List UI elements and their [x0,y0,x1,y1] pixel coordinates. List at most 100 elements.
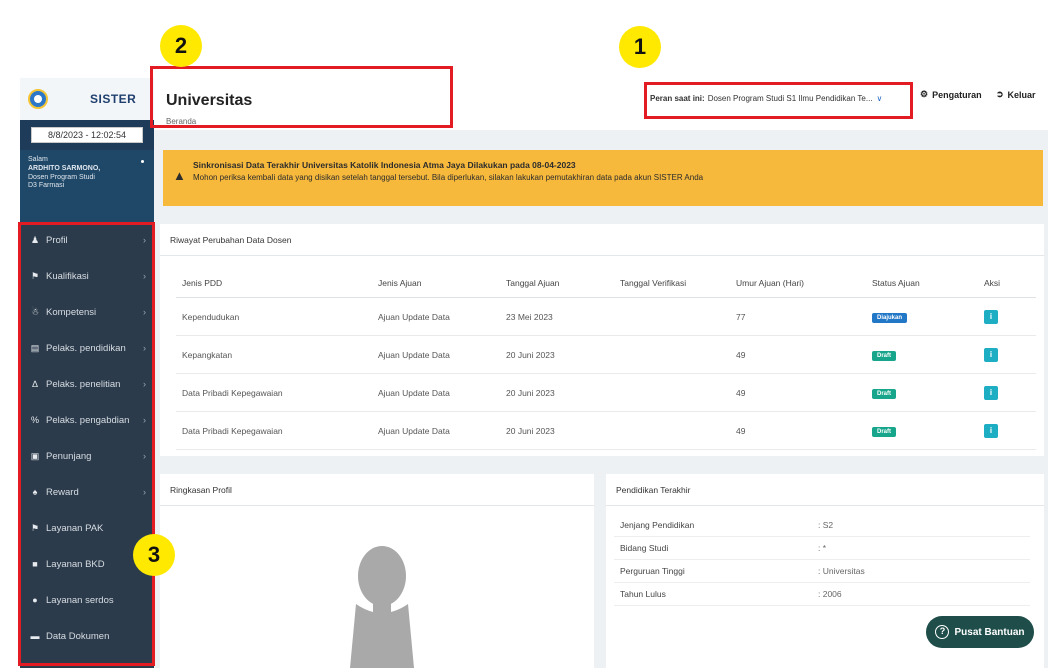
gear-icon: ⚙ [920,89,929,99]
flask-icon: ∆ [32,379,38,389]
sidebar: SISTER 8/8/2023 - 12:02:54 Salam ARDHITO… [20,78,154,668]
sidebar-item-label: Layanan PAK [46,522,104,534]
topbar: Universitas Beranda Peran saat ini: Dose… [154,78,1048,130]
table-header-row: Jenis PDD Jenis Ajuan Tanggal Ajuan Tang… [176,268,1036,298]
table-cell: 49 [736,387,746,398]
sync-alert: ▲ Sinkronisasi Data Terakhir Universitas… [163,150,1043,206]
detail-key: Bidang Studi [620,543,669,553]
sidebar-item-penunjang[interactable]: ▣ Penunjang › [20,438,154,474]
sidebar-item-label: Pelaks. pengabdian [46,414,130,426]
chevron-right-icon: › [143,343,146,353]
table-row: Data Pribadi Kepegawaian Ajuan Update Dat… [176,374,1036,412]
sidebar-item-pelaks-pengabdian[interactable]: % Pelaks. pengabdian › [20,402,154,438]
annotation-marker-1: 1 [619,26,661,68]
users-icon: ☃ [30,306,40,317]
datetime-panel: 8/8/2023 - 12:02:54 [20,120,154,150]
info-icon[interactable]: i [984,309,998,324]
alert-title: Sinkronisasi Data Terakhir Universitas K… [193,160,576,170]
sidebar-brand[interactable]: SISTER [20,78,154,120]
sidebar-item-kompetensi[interactable]: ☃ Kompetensi › [20,294,154,330]
tut-wuri-logo-icon [28,89,48,109]
detail-row: Tahun Lulus: 2006 [614,583,1030,606]
column-header[interactable]: Jenis Ajuan [378,278,421,288]
online-dot-icon [141,160,144,163]
table-cell: 20 Juni 2023 [506,425,555,436]
folder-icon: ▬ [30,631,40,641]
table-cell: 49 [736,425,746,436]
status-cell: Draft [872,349,897,361]
sidebar-item-layanan-serdos[interactable]: ● Layanan serdos [20,582,154,618]
book-icon: ▤ [30,342,40,353]
main-content: ▲ Sinkronisasi Data Terakhir Universitas… [154,130,1048,668]
user-role-line2: D3 Farmasi [28,182,65,190]
logout-button[interactable]: ➲ Keluar [996,89,1036,100]
role-value: Dosen Program Studi S1 Ilmu Pendidikan T… [707,93,873,103]
user-greeting: Salam [28,156,48,163]
column-header[interactable]: Tanggal Ajuan [506,278,559,288]
trophy-icon: ♠ [32,487,38,497]
chevron-right-icon: › [143,451,146,461]
info-icon[interactable]: i [984,423,998,438]
column-header[interactable]: Umur Ajuan (Hari) [736,278,804,288]
sidebar-item-reward[interactable]: ♠ Reward › [20,474,154,510]
annotation-marker-3: 3 [133,534,175,576]
sidebar-item-profil[interactable]: ♟ Profil › [20,222,154,258]
sidebar-item-label: Kompetensi [46,306,97,318]
user-panel: Salam ARDHITO SARMONO, Dosen Program Stu… [20,150,154,222]
action-cell: i [984,385,998,400]
graduation-cap-icon: ⚑ [30,522,40,533]
detail-key: Perguruan Tinggi [620,566,685,576]
detail-row: Perguruan Tinggi: Universitas [614,560,1030,583]
status-badge: Draft [872,388,897,399]
puzzle-icon: ▣ [30,450,40,461]
chevron-right-icon: › [143,487,146,497]
column-header[interactable]: Aksi [984,278,1000,288]
table-cell: Data Pribadi Kepegawaian [182,387,283,398]
sidebar-item-label: Pelaks. pendidikan [46,342,126,354]
chevron-right-icon: › [143,307,146,317]
column-header[interactable]: Jenis PDD [182,278,222,288]
sidebar-item-label: Layanan serdos [46,594,114,606]
column-header[interactable]: Status Ajuan [872,278,920,288]
briefcase-icon: ■ [32,559,38,569]
profil-title: Ringkasan Profil [160,474,594,506]
table-cell: 20 Juni 2023 [506,387,555,398]
sidebar-item-label: Profil [46,234,68,246]
detail-value: : S2 [818,520,834,530]
pendidikan-details: Jenjang Pendidikan: S2 Bidang Studi: * Per… [614,514,1030,606]
riwayat-title: Riwayat Perubahan Data Dosen [160,224,1044,256]
sidebar-item-pelaks-penelitian[interactable]: ∆ Pelaks. penelitian › [20,366,154,402]
sidebar-item-layanan-pak[interactable]: ⚑ Layanan PAK [20,510,154,546]
table-cell: Ajuan Update Data [378,311,450,322]
settings-button[interactable]: ⚙ Pengaturan [920,89,982,100]
role-label: Peran saat ini: [650,93,705,103]
sidebar-item-label: Reward [46,486,79,498]
annotation-marker-2: 2 [160,25,202,67]
info-icon[interactable]: i [984,385,998,400]
riwayat-card: Riwayat Perubahan Data Dosen Jenis PDD J… [160,224,1044,456]
status-badge: Draft [872,426,897,437]
info-icon[interactable]: i [984,347,998,362]
percent-icon: % [30,415,39,425]
table-cell: Ajuan Update Data [378,425,450,436]
action-cell: i [984,309,998,324]
breadcrumb[interactable]: Beranda [166,117,196,126]
help-button[interactable]: ? Pusat Bantuan [926,616,1034,648]
column-header[interactable]: Tanggal Verifikasi [620,278,686,288]
status-cell: Diajukan [872,311,908,323]
table-cell: Kepangkatan [182,349,233,360]
screenshot-frame: SISTER 8/8/2023 - 12:02:54 Salam ARDHITO… [0,0,1048,668]
user-role-line1: Dosen Program Studi [28,173,95,181]
settings-label: Pengaturan [932,89,982,100]
alert-message: Mohon periksa kembali data yang disikan … [193,173,704,182]
sidebar-item-kualifikasi[interactable]: ⚑ Kualifikasi › [20,258,154,294]
page-title: Universitas [166,92,253,109]
detail-value: : * [818,543,827,553]
logout-label: Keluar [1007,89,1036,100]
table-cell: 20 Juni 2023 [506,349,555,360]
role-selector[interactable]: Peran saat ini: Dosen Program Studi S1 I… [650,88,910,108]
table-cell: Data Pribadi Kepegawaian [182,425,283,436]
sidebar-item-data-dokumen[interactable]: ▬ Data Dokumen [20,618,154,654]
sidebar-item-pelaks-pendidikan[interactable]: ▤ Pelaks. pendidikan › [20,330,154,366]
detail-row: Bidang Studi : * [614,537,1030,560]
